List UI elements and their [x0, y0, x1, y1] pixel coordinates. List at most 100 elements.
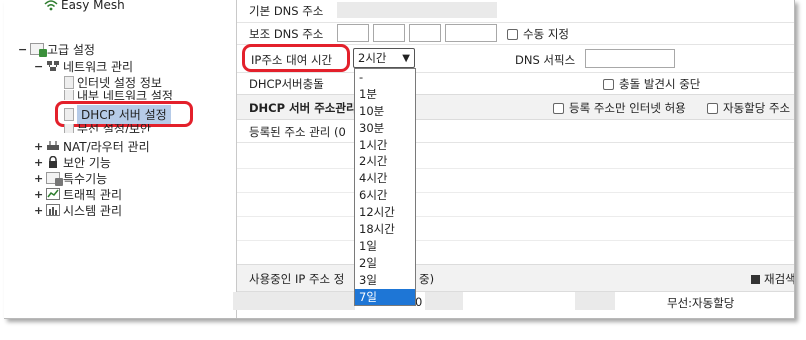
- lease-option[interactable]: 4시간: [355, 170, 415, 187]
- expand-icon[interactable]: +: [34, 172, 43, 185]
- secondary-dns-row: 보조 DNS 주소 수동 지정: [237, 22, 794, 45]
- manual-dns-option[interactable]: 수동 지정: [507, 26, 569, 42]
- primary-dns-row: 기본 DNS 주소: [237, 0, 794, 23]
- sidebar-item-label: 무선 설정/보안: [77, 124, 152, 133]
- secondary-dns-label: 보조 DNS 주소: [249, 27, 324, 41]
- stop-on-conflict-checkbox[interactable]: [603, 79, 614, 90]
- address-management-header: DHCP 서버 주소관리 등록 주소만 인터넷 허용 자동할당 주소: [237, 94, 794, 120]
- auto-assign-checkbox[interactable]: [707, 103, 718, 114]
- table-row: [237, 240, 794, 241]
- sidebar-item-label: 네트워크 관리: [63, 59, 134, 74]
- dns-suffix-input[interactable]: [585, 49, 675, 68]
- auto-assign-option[interactable]: 자동할당 주소: [707, 100, 790, 116]
- conflict-label: DHCP서버충돌: [249, 77, 324, 91]
- sidebar-item-label: 트래픽 관리: [63, 187, 123, 202]
- lease-option[interactable]: 1분: [355, 86, 415, 103]
- lease-option[interactable]: -: [355, 69, 415, 86]
- sidebar-item-security[interactable]: + 보안 기능: [34, 154, 111, 170]
- sidebar-item-label: NAT/라우터 관리: [63, 139, 150, 154]
- sidebar-item-label: 고급 설정: [47, 42, 95, 57]
- lease-option[interactable]: 10분: [355, 103, 415, 120]
- collapse-icon[interactable]: −: [34, 60, 43, 73]
- sidebar-item-label: 내부 네트워크 설정: [77, 90, 173, 100]
- lease-option[interactable]: 6시간: [355, 187, 415, 204]
- sidebar-item-easy-mesh[interactable]: Easy Mesh: [44, 0, 125, 13]
- in-use-suffix: 중): [419, 272, 435, 286]
- lease-option[interactable]: 2시간: [355, 153, 415, 170]
- secondary-dns-octet-3[interactable]: [409, 24, 441, 42]
- lease-option[interactable]: 1일: [355, 238, 415, 255]
- conflict-row: DHCP서버충돌 충돌 발견시 중단: [237, 72, 794, 95]
- sidebar-item-label: Easy Mesh: [61, 0, 125, 12]
- sidebar-item-internet-info[interactable]: 인터넷 설정 정보: [64, 74, 162, 90]
- lease-time-select[interactable]: 2시간 ▼: [353, 48, 415, 68]
- table-row: [237, 216, 794, 217]
- main-panel: 기본 DNS 주소 보조 DNS 주소 수동 지정 IP주소 대여 시간 DNS…: [233, 0, 794, 318]
- expand-icon[interactable]: +: [34, 156, 43, 169]
- table-row: [237, 168, 794, 169]
- redacted-field: [425, 292, 463, 310]
- lease-option[interactable]: 2일: [355, 255, 415, 272]
- sidebar-tree: Easy Mesh − 고급 설정 − 네트워크 관리 인터넷 설정 정보 내부…: [4, 0, 232, 318]
- sidebar-item-traffic[interactable]: + 트래픽 관리: [34, 186, 122, 202]
- lease-label-highlight-annotation: [242, 44, 350, 72]
- page-icon: [64, 75, 74, 89]
- chevron-down-icon: ▼: [402, 52, 410, 64]
- folder-icon: [46, 172, 63, 186]
- sidebar-item-network[interactable]: − 네트워크 관리: [34, 58, 133, 74]
- expand-icon[interactable]: +: [34, 204, 43, 217]
- sidebar-item-wireless[interactable]: 무선 설정/보안: [64, 124, 151, 133]
- rescan-button[interactable]: 재검색: [751, 271, 794, 287]
- entry-partial-value: 0: [415, 295, 423, 309]
- sidebar-item-system[interactable]: + 시스템 관리: [34, 202, 122, 218]
- sidebar-item-nat[interactable]: + NAT/라우터 관리: [34, 138, 150, 154]
- page-icon: [64, 90, 74, 100]
- collapse-icon[interactable]: −: [18, 43, 27, 56]
- expand-icon[interactable]: +: [34, 140, 43, 153]
- in-use-label: 사용중인 IP 주소 정: [249, 272, 345, 286]
- sidebar-item-label: 인터넷 설정 정보: [77, 75, 162, 90]
- manual-checkbox[interactable]: [507, 29, 518, 40]
- primary-dns-value: [337, 2, 497, 18]
- sidebar-item-lan-setup[interactable]: 내부 네트워크 설정: [64, 90, 173, 100]
- lease-option[interactable]: 3일: [355, 272, 415, 289]
- wireless-auto-label: 무선:자동할당: [667, 296, 735, 310]
- registered-address-label: 등록된 주소 관리 (0: [249, 125, 346, 139]
- registered-only-option[interactable]: 등록 주소만 인터넷 허용: [553, 100, 686, 116]
- dns-suffix-label: DNS 서픽스: [515, 53, 576, 67]
- sidebar-item-label: 시스템 관리: [63, 203, 123, 218]
- secondary-dns-octet-4[interactable]: [445, 24, 497, 42]
- registered-only-checkbox[interactable]: [553, 103, 564, 114]
- address-management-title: DHCP 서버 주소관리: [249, 101, 357, 115]
- sidebar-item-advanced[interactable]: − 고급 설정: [18, 41, 95, 57]
- table-row: [237, 192, 794, 193]
- settings-folder-icon: [30, 43, 47, 57]
- lease-option[interactable]: 12시간: [355, 204, 415, 221]
- registered-address-row: 등록된 주소 관리 (0: [237, 120, 794, 143]
- wifi-icon: [44, 0, 58, 11]
- lease-option[interactable]: 18시간: [355, 221, 415, 238]
- lease-option[interactable]: 7일: [355, 288, 415, 306]
- redacted-field: [575, 292, 615, 310]
- secondary-dns-octet-1[interactable]: [337, 24, 369, 42]
- in-use-header: 사용중인 IP 주소 정 중) 재검색: [237, 264, 794, 292]
- in-use-entry-row: 0 무선:자동할당: [233, 290, 794, 314]
- sidebar-item-label: 보안 기능: [63, 155, 111, 170]
- lease-option[interactable]: 30분: [355, 120, 415, 137]
- lock-icon: [46, 155, 60, 168]
- sidebar-item-label: 특수기능: [63, 171, 108, 186]
- expand-icon[interactable]: +: [34, 188, 43, 201]
- chart-icon: [46, 188, 60, 200]
- page-icon: [64, 124, 74, 133]
- refresh-icon: [751, 275, 760, 284]
- lease-time-dropdown[interactable]: -1분 10분 30분 1시간 2시간 4시간 6시간 12시간 18시간 1일 2일 3일 7일: [354, 68, 416, 307]
- primary-dns-label: 기본 DNS 주소: [249, 4, 324, 18]
- secondary-dns-octet-2[interactable]: [373, 24, 405, 42]
- stop-on-conflict-option[interactable]: 충돌 발견시 중단: [603, 76, 700, 92]
- network-icon: [46, 60, 60, 72]
- app-window: Easy Mesh − 고급 설정 − 네트워크 관리 인터넷 설정 정보 내부…: [4, 0, 795, 319]
- sidebar-item-special[interactable]: + 특수기능: [34, 170, 107, 186]
- system-icon: [46, 204, 60, 216]
- redacted-field: [233, 292, 355, 310]
- lease-option[interactable]: 1시간: [355, 137, 415, 154]
